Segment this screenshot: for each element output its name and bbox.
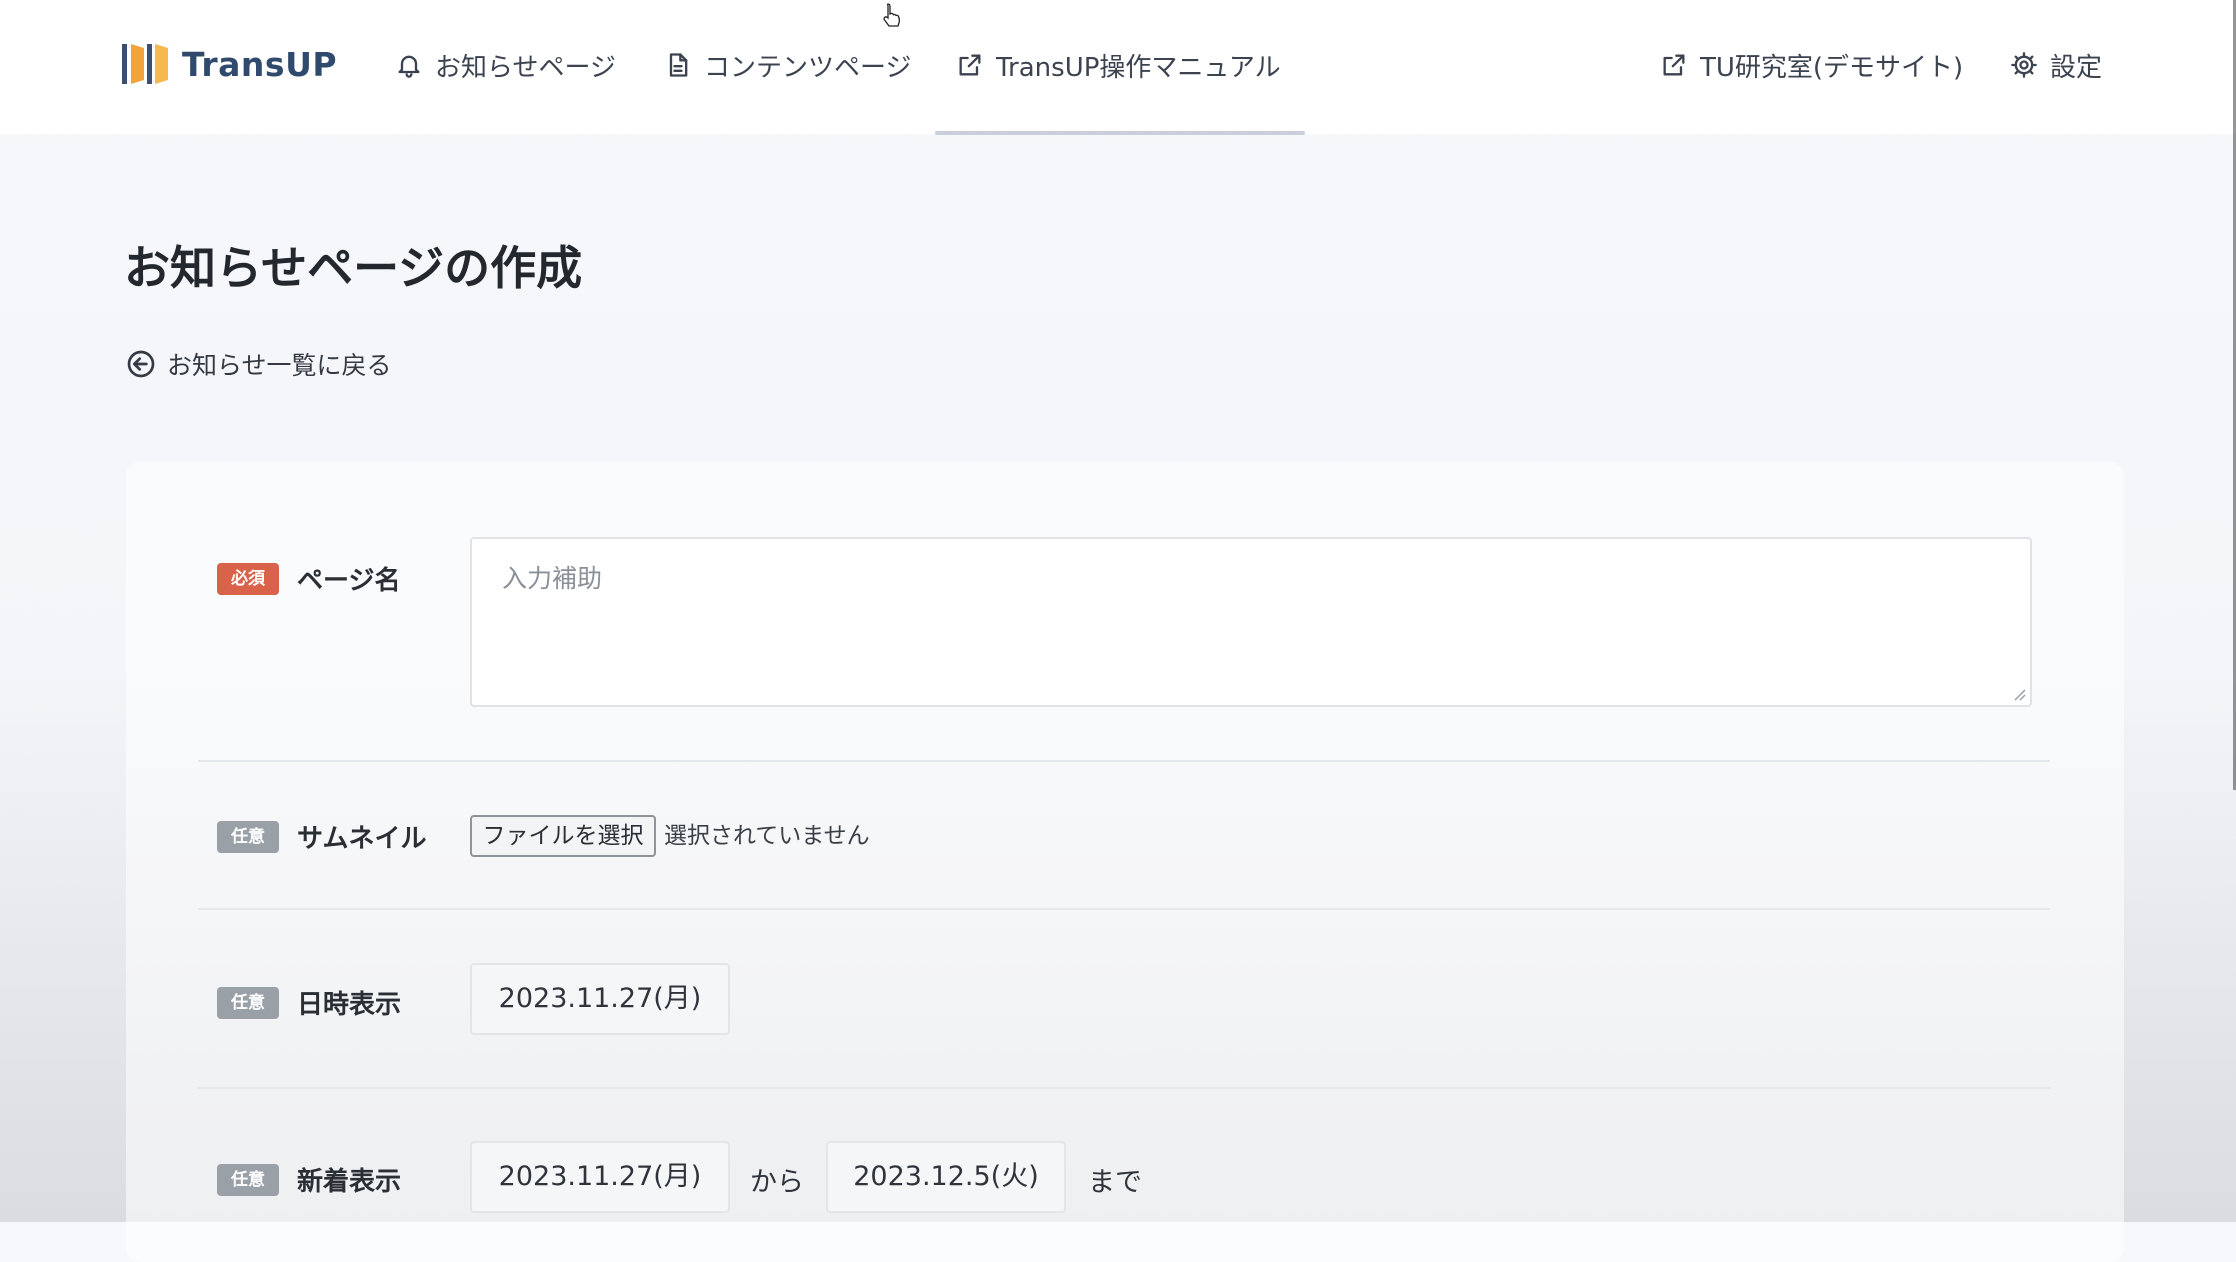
- row-divider: [198, 760, 2050, 762]
- logo-text: TransUP: [182, 44, 338, 84]
- new-display-end-input[interactable]: 2023.12.5(火): [826, 1141, 1066, 1213]
- nav-manual[interactable]: TransUP操作マニュアル: [956, 42, 1281, 88]
- resize-handle-icon[interactable]: [2012, 687, 2026, 701]
- date-display-label-text: 日時表示: [297, 990, 402, 1020]
- gear-icon: [2011, 52, 2037, 78]
- optional-badge: 任意: [217, 986, 279, 1019]
- file-status-text: 選択されていません: [664, 823, 870, 849]
- external-link-icon: [959, 54, 981, 76]
- hand-cursor-icon: [883, 3, 901, 27]
- logo[interactable]: TransUP: [122, 40, 337, 88]
- logo-mark-icon: [122, 44, 168, 84]
- page-name-label-text: ページ名: [297, 566, 401, 596]
- nav-settings[interactable]: 設定: [2010, 42, 2102, 88]
- choose-file-button[interactable]: ファイルを選択: [470, 815, 656, 857]
- nav-manual-label: TransUP操作マニュアル: [996, 52, 1281, 83]
- bell-icon: [398, 55, 420, 78]
- page-name-textarea[interactable]: 入力補助: [470, 537, 2032, 707]
- until-text: まで: [1088, 1167, 1142, 1198]
- nav-lab-demo-site[interactable]: TU研究室(デモサイト): [1660, 42, 1963, 88]
- page-name-label: 必須 ページ名: [217, 560, 400, 597]
- nav-settings-label: 設定: [2050, 52, 2103, 83]
- page-name-placeholder: 入力補助: [502, 564, 603, 593]
- from-text: から: [750, 1167, 804, 1198]
- document-icon: [669, 53, 688, 77]
- new-display-label-text: 新着表示: [297, 1167, 402, 1197]
- top-nav-bar: TransUP お知らせページ コンテンツページ TransUP操作マニュアル …: [0, 0, 2236, 135]
- date-display-label: 任意 日時表示: [217, 984, 401, 1021]
- back-to-list-link[interactable]: お知らせ一覧に戻る: [125, 344, 392, 384]
- nav-active-indicator: [935, 131, 1305, 135]
- page-title: お知らせページの作成: [124, 241, 583, 295]
- nav-notices-label: お知らせページ: [435, 52, 616, 83]
- optional-badge: 任意: [217, 820, 279, 853]
- new-display-start-input[interactable]: 2023.11.27(月): [470, 1141, 730, 1213]
- nav-lab-label: TU研究室(デモサイト): [1700, 52, 1964, 83]
- new-display-label: 任意 新着表示: [217, 1161, 401, 1198]
- arrow-left-circle-icon: [127, 350, 155, 378]
- nav-contents-label: コンテンツページ: [704, 52, 912, 83]
- required-badge: 必須: [217, 562, 279, 595]
- row-divider: [198, 1087, 2050, 1089]
- nav-contents[interactable]: コンテンツページ: [664, 42, 911, 88]
- row-divider: [198, 908, 2050, 910]
- external-link-icon: [1663, 54, 1685, 76]
- back-link-label: お知らせ一覧に戻る: [167, 351, 392, 380]
- optional-badge: 任意: [217, 1163, 279, 1196]
- thumbnail-label: 任意 サムネイル: [217, 818, 426, 855]
- date-display-input[interactable]: 2023.11.27(月): [470, 963, 730, 1035]
- thumbnail-label-text: サムネイル: [297, 824, 427, 854]
- nav-notices[interactable]: お知らせページ: [395, 42, 616, 88]
